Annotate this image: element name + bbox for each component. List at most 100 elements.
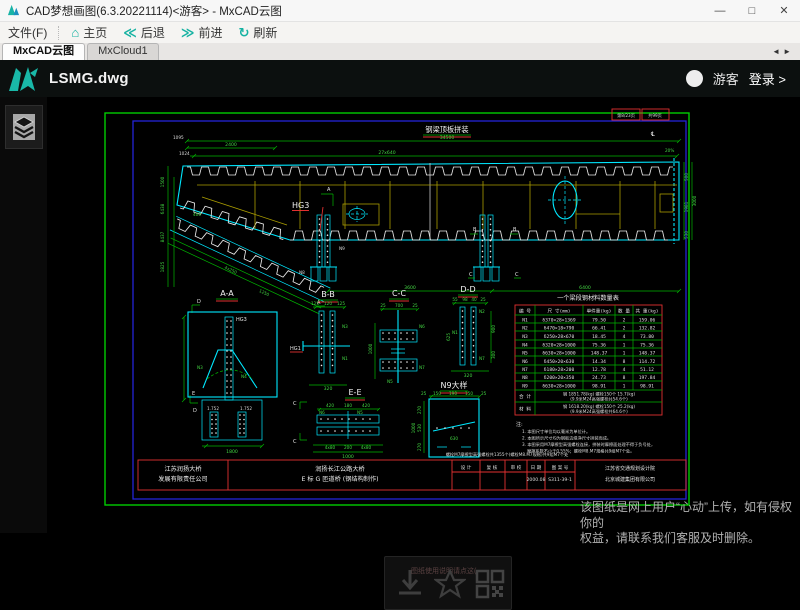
svg-text:4: 4 bbox=[623, 334, 626, 340]
refresh-button[interactable]: ↻刷新 bbox=[230, 22, 285, 43]
favorite-star-icon[interactable] bbox=[434, 567, 466, 601]
app-icon bbox=[7, 4, 20, 17]
user-avatar[interactable] bbox=[686, 70, 703, 87]
cut-mark: A bbox=[327, 187, 331, 193]
dim-label: 150 bbox=[465, 391, 473, 396]
dim-label: 4x250 bbox=[224, 265, 238, 275]
col-header: 共 重(kg) bbox=[635, 308, 658, 315]
table-summary-row: 材 料 钢 1618.20(kg) 螺栓150个 25.2(kg) (9.9米M… bbox=[519, 403, 635, 415]
svg-text:δ370×28×1369: δ370×28×1369 bbox=[542, 318, 575, 324]
table-row: N4δ320×28×100075.36175.36 bbox=[522, 343, 654, 349]
login-link[interactable]: 登录 > bbox=[749, 69, 786, 88]
svg-text:(9.9米M24高强螺栓共54.6个): (9.9米M24高强螺栓共54.6个) bbox=[570, 396, 628, 403]
dim-label: 3000 bbox=[692, 195, 697, 206]
svg-text:N3: N3 bbox=[522, 334, 528, 340]
svg-text:8: 8 bbox=[623, 375, 626, 381]
dim-label: 125 bbox=[337, 301, 345, 306]
field-label: 图 案 号 bbox=[552, 464, 569, 471]
cad-drawing: 第8/23页 共99页 ℄ 钢梁顶板拼装 4x250 1250 bbox=[47, 97, 800, 533]
svg-text:δ200×20×350: δ200×20×350 bbox=[544, 375, 575, 381]
svg-text:12.78: 12.78 bbox=[592, 367, 606, 373]
dim-label: 25 bbox=[421, 391, 427, 396]
download-icon[interactable] bbox=[395, 567, 425, 601]
drawing-canvas[interactable]: 第8/23页 共99页 ℄ 钢梁顶板拼装 4x250 1250 bbox=[47, 97, 800, 533]
forward-button[interactable]: ≫前进 bbox=[173, 22, 231, 43]
svg-text:132.82: 132.82 bbox=[639, 326, 656, 332]
part-label: N1 bbox=[452, 330, 458, 335]
centerline-mark: ℄ bbox=[651, 131, 655, 138]
svg-text:(9.9米M24高强螺栓共64.6个): (9.9米M24高强螺栓共64.6个) bbox=[570, 408, 628, 415]
svg-text:159.06: 159.06 bbox=[639, 318, 656, 324]
dim-label: 1024 bbox=[179, 151, 190, 156]
dim-label: 270 bbox=[417, 443, 422, 451]
user-name: 游客 bbox=[713, 69, 739, 88]
svg-text:14.34: 14.34 bbox=[592, 359, 606, 365]
svg-text:δ630×28×1000: δ630×28×1000 bbox=[542, 384, 575, 390]
document-filename: LSMG.dwg bbox=[49, 70, 129, 87]
tab-scroll-arrows[interactable]: ◄► bbox=[772, 47, 794, 56]
left-sidebar bbox=[0, 97, 47, 533]
dim-label: 630 bbox=[450, 436, 458, 441]
part-label: N2 bbox=[479, 309, 485, 314]
dim-label: 25 bbox=[380, 303, 386, 308]
field-label: 日 期 bbox=[531, 465, 542, 471]
tab-mxcad[interactable]: MxCAD云图 bbox=[2, 43, 85, 60]
forward-icon: ≫ bbox=[181, 26, 195, 39]
svg-text:73.80: 73.80 bbox=[640, 334, 654, 340]
home-button[interactable]: ⌂主页 bbox=[63, 22, 115, 43]
back-button[interactable]: ≪后退 bbox=[115, 22, 173, 43]
dim-label: 420 bbox=[362, 403, 370, 408]
dim-label: 400 bbox=[193, 212, 201, 217]
table-title: 一个梁段钢材料数量表 bbox=[557, 294, 619, 302]
part-label: N3 bbox=[197, 365, 203, 370]
window-titlebar: CAD梦想画图(6.3.20221114)<游客> - MxCAD云图 — □ … bbox=[0, 0, 800, 22]
minimize-button[interactable]: — bbox=[704, 0, 736, 21]
disclaimer-line: 该图纸是网上用户“心动”上传，如有侵权你的 bbox=[580, 500, 792, 530]
section-dd: D-D 55 98 40 25 625 N2 N1 N7 900 300 320 bbox=[446, 285, 496, 379]
dim-label: 1.752 bbox=[240, 406, 252, 411]
svg-text:材 料: 材 料 bbox=[519, 406, 531, 413]
cut-mark: D bbox=[197, 299, 201, 305]
maximize-button[interactable]: □ bbox=[736, 0, 768, 21]
svg-text:N1: N1 bbox=[522, 318, 528, 324]
table-row: N5δ630×28×1000148.371148.37 bbox=[522, 351, 655, 357]
col-header: 编 号 bbox=[519, 308, 531, 315]
section-n9-detail: N9大样 150 190 150 25 25 630 270 530 270 1… bbox=[411, 380, 487, 457]
qrcode-icon[interactable] bbox=[475, 567, 505, 601]
svg-text:1: 1 bbox=[623, 384, 626, 390]
svg-text:N9: N9 bbox=[522, 384, 528, 390]
svg-text:δ320×28×1000: δ320×28×1000 bbox=[542, 343, 575, 349]
main-toolbar: 文件(F) ⌂主页 ≪后退 ≫前进 ↻刷新 bbox=[0, 22, 800, 44]
file-menu[interactable]: 文件(F) bbox=[0, 22, 55, 43]
dim-label: 1000 bbox=[368, 343, 373, 354]
svg-text:合 计: 合 计 bbox=[519, 393, 531, 400]
svg-text:2: 2 bbox=[623, 326, 626, 332]
close-button[interactable]: ✕ bbox=[768, 0, 800, 21]
hole-detail bbox=[346, 176, 673, 225]
cut-mark: D bbox=[193, 408, 197, 414]
layout-page-tags[interactable]: 第8/23页 共99页 bbox=[612, 109, 669, 120]
svg-text:B-B: B-B bbox=[321, 290, 335, 299]
table-row: N8δ200×20×35024.738197.84 bbox=[522, 375, 655, 381]
section-cc: C-C 25 700 25 N6 N5 N7 1000 bbox=[368, 289, 425, 384]
table-row: N9δ630×28×100098.91198.91 bbox=[522, 384, 654, 390]
svg-text:51.12: 51.12 bbox=[640, 367, 654, 373]
svg-text:N7: N7 bbox=[522, 367, 528, 373]
note-line: 3. 本图采用M7摩擦型高强螺栓连接，拼装时摩擦面处理不得于负号处， bbox=[522, 441, 655, 448]
svg-text:N6: N6 bbox=[522, 359, 528, 365]
layers-button[interactable] bbox=[5, 105, 43, 149]
dim-label: 900 bbox=[491, 325, 496, 333]
design-org: 北京城建集团有限公司 bbox=[605, 476, 655, 483]
svg-text:δ470×18×790: δ470×18×790 bbox=[544, 326, 575, 332]
project-name: E 标 G 匝道桥 (钢结构制作) bbox=[301, 475, 378, 483]
cut-mark: C bbox=[293, 401, 297, 407]
tab-mxcloud1[interactable]: MxCloud1 bbox=[87, 43, 159, 60]
dim-label: 150 bbox=[433, 391, 441, 396]
drawing-number: S311-39-1 bbox=[548, 477, 572, 483]
notes-heading: 注: bbox=[516, 421, 523, 428]
owner-org: 江苏润扬大桥 bbox=[164, 465, 201, 473]
table-row: N3δ250×28×67018.45473.80 bbox=[522, 334, 654, 340]
cut-mark: E bbox=[192, 391, 195, 397]
dim-label: 125 bbox=[311, 301, 319, 306]
dim-label: 34500 bbox=[440, 135, 455, 141]
